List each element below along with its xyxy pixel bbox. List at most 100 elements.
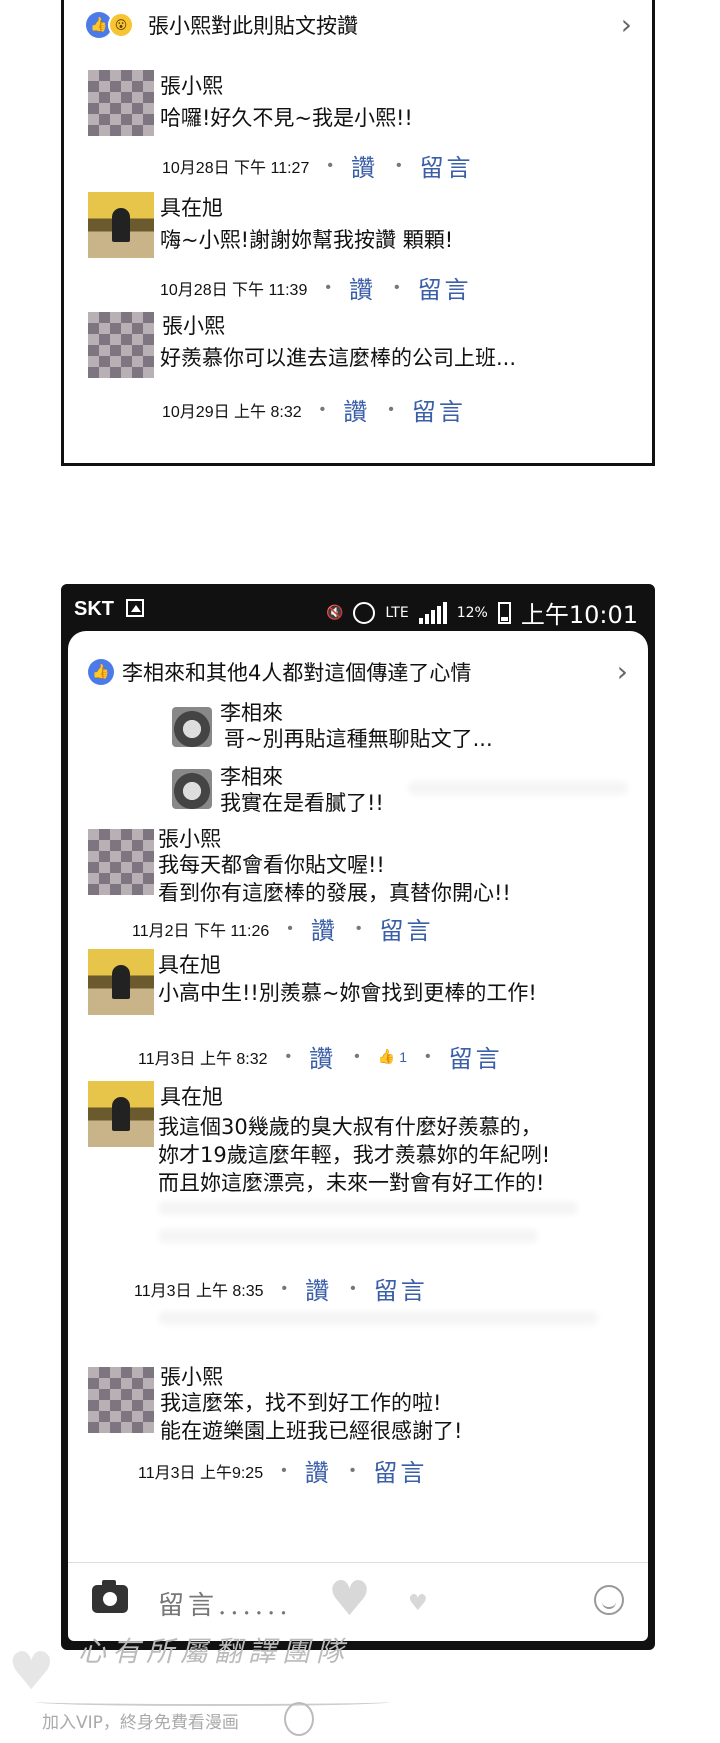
- like-button[interactable]: 讚: [309, 1039, 336, 1074]
- separator-dot: •: [393, 278, 400, 296]
- comment-meta: 11月3日 上午 8:32 • 讚 • 👍 1 • 留言: [138, 1039, 503, 1074]
- comment-text: 好羨慕你可以進去這麼棒的公司上班...: [160, 346, 517, 370]
- reaction-header-text: 張小熙對此則貼文按讚: [148, 13, 358, 38]
- avatar[interactable]: [88, 192, 154, 258]
- carrier-label: SKT: [74, 598, 114, 620]
- avatar[interactable]: [172, 707, 212, 747]
- comment-meta: 10月28日 下午 11:27 • 讚 • 留言: [162, 148, 474, 183]
- like-button[interactable]: 讚: [349, 270, 376, 305]
- comment: 張小熙 我這麼笨，找不到好工作的啦! 能在遊樂園上班我已經很感謝了! 11月3日…: [88, 1361, 628, 1487]
- comment-author[interactable]: 張小熙: [162, 310, 225, 340]
- separator-dot: •: [355, 919, 362, 937]
- blurred-area: [158, 1201, 578, 1215]
- comment-time: 10月28日 下午 11:39: [160, 281, 308, 299]
- comment-meta: 11月3日 上午 8:35 • 讚 • 留言: [134, 1271, 428, 1306]
- status-right: 🔇 LTE 12% 上午10:01: [326, 595, 638, 630]
- reply-button[interactable]: 留言: [374, 1271, 428, 1306]
- separator-dot: •: [319, 400, 326, 418]
- reply-button[interactable]: 留言: [373, 1453, 427, 1488]
- image-icon: [126, 599, 144, 617]
- comment-time: 10月28日 下午 11:27: [162, 159, 310, 177]
- blurred-area: [158, 1229, 538, 1243]
- comment-author[interactable]: 具在旭: [160, 192, 223, 222]
- mute-icon: 🔇: [325, 604, 344, 621]
- chevron-right-icon[interactable]: ›: [617, 655, 628, 688]
- reply-button[interactable]: 留言: [379, 911, 433, 946]
- comment-time: 10月29日 上午 8:32: [162, 403, 302, 421]
- camera-icon[interactable]: [92, 1580, 128, 1613]
- status-bar: SKT 🔇 LTE 12% 上午10:01: [64, 587, 652, 631]
- lte-label: LTE: [385, 604, 409, 621]
- clock: 上午10:01: [520, 601, 638, 629]
- like-button[interactable]: 讚: [305, 1271, 332, 1306]
- like-count[interactable]: 1: [399, 1049, 407, 1065]
- watermark-subtitle: 加入VIP，終身免費看漫画: [42, 1713, 239, 1733]
- reply-button[interactable]: 留言: [412, 392, 466, 427]
- avatar[interactable]: [88, 1081, 154, 1147]
- notification-panel-top: 👍 😮 張小熙對此則貼文按讚 › 張小熙 哈囉!好久不見~我是小熙!! 10月2…: [61, 0, 655, 466]
- comment-time: 11月3日 上午9:25: [138, 1464, 264, 1482]
- avatar[interactable]: [172, 769, 212, 809]
- reply-button[interactable]: 留言: [420, 148, 474, 183]
- comment: 具在旭 嗨~小熙!謝謝妳幫我按讚 顆顆! 10月28日 下午 11:39 • 讚…: [88, 192, 628, 304]
- comment-time: 11月2日 下午 11:26: [132, 922, 270, 940]
- avatar[interactable]: [88, 70, 154, 136]
- comment: 張小熙 哈囉!好久不見~我是小熙!! 10月28日 下午 11:27 • 讚 •…: [88, 70, 628, 182]
- wow-icon: 😮: [108, 11, 134, 38]
- comment-meta: 11月2日 下午 11:26 • 讚 • 留言: [132, 911, 433, 946]
- comment-author[interactable]: 張小熙: [160, 70, 223, 100]
- avatar[interactable]: [88, 1367, 154, 1433]
- reaction-header[interactable]: 👍 😮 張小熙對此則貼文按讚 ›: [86, 8, 632, 41]
- reply-text: 哥~別再貼這種無聊貼文了...: [224, 727, 493, 751]
- separator-dot: •: [388, 400, 394, 418]
- comment-author[interactable]: 張小熙: [158, 823, 221, 853]
- comment-text: 哈囉!好久不見~我是小熙!!: [160, 106, 413, 130]
- emoji-icon[interactable]: [594, 1585, 624, 1615]
- separator-dot: •: [325, 278, 331, 296]
- avatar[interactable]: [88, 312, 154, 378]
- reply-button[interactable]: 留言: [418, 270, 472, 305]
- comment-text: 我這個30幾歲的臭大叔有什麼好羨慕的， 妳才19歲這麼年輕，我才羨慕妳的年紀咧!…: [158, 1115, 551, 1195]
- watermark-title: 心有所屬翻譯團隊: [78, 1635, 351, 1668]
- reply-author[interactable]: 李相來: [220, 761, 283, 791]
- reply-text: 我實在是看膩了!!: [220, 791, 384, 815]
- comment-text: 我每天都會看你貼文喔!! 看到你有這麼棒的發展，真替你開心!!: [158, 853, 511, 905]
- blurred-area: [158, 1311, 598, 1325]
- like-button[interactable]: 讚: [343, 392, 370, 427]
- comment-text: 小高中生!!別羨慕~妳會找到更棒的工作!: [158, 981, 537, 1005]
- comment-meta: 10月29日 上午 8:32 • 讚 • 留言: [162, 392, 466, 427]
- alarm-icon: [353, 601, 376, 624]
- separator-dot: •: [425, 1047, 431, 1065]
- like-icon: 👍: [88, 658, 114, 685]
- like-button[interactable]: 讚: [351, 148, 378, 183]
- like-button[interactable]: 讚: [305, 1453, 332, 1488]
- like-button[interactable]: 讚: [311, 911, 338, 946]
- battery-percent: 12%: [456, 604, 488, 621]
- reply-author[interactable]: 李相來: [220, 697, 283, 727]
- signal-icon: [418, 601, 447, 624]
- chevron-right-icon[interactable]: ›: [621, 8, 632, 41]
- separator-dot: •: [281, 1279, 288, 1297]
- reply-button[interactable]: 留言: [449, 1039, 503, 1074]
- comment-author[interactable]: 張小熙: [160, 1361, 223, 1391]
- reaction-header[interactable]: 👍 李相來和其他4人都對這個傳達了心情 ›: [88, 655, 628, 688]
- separator-dot: •: [349, 1461, 356, 1479]
- comment-time: 11月3日 上午 8:32: [138, 1050, 268, 1068]
- separator-dot: •: [327, 156, 333, 174]
- comment-author[interactable]: 具在旭: [160, 1081, 223, 1111]
- comment-meta: 11月3日 上午9:25 • 讚 • 留言: [138, 1453, 427, 1488]
- separator-dot: •: [285, 1047, 292, 1065]
- comment-author[interactable]: 具在旭: [158, 949, 221, 979]
- watermark-ring: [284, 1702, 314, 1736]
- comment: 具在旭 小高中生!!別羨慕~妳會找到更棒的工作! 11月3日 上午 8:32 •…: [88, 949, 628, 1073]
- comment: 張小熙 好羨慕你可以進去這麼棒的公司上班... 10月29日 上午 8:32 •…: [88, 310, 628, 428]
- separator-dot: •: [395, 156, 402, 174]
- reply-item: 李相來 哥~別再貼這種無聊貼文了...: [172, 697, 572, 753]
- phone-screen: SKT 🔇 LTE 12% 上午10:01 👍 李相來和其他4人都對這個傳達了心…: [61, 584, 655, 1650]
- avatar[interactable]: [88, 949, 154, 1015]
- blurred-area: [408, 781, 628, 795]
- avatar[interactable]: [88, 829, 154, 895]
- comment-input[interactable]: 留言......: [158, 1585, 292, 1622]
- heart-decoration: ♥: [8, 1642, 55, 1702]
- separator-dot: •: [287, 919, 293, 937]
